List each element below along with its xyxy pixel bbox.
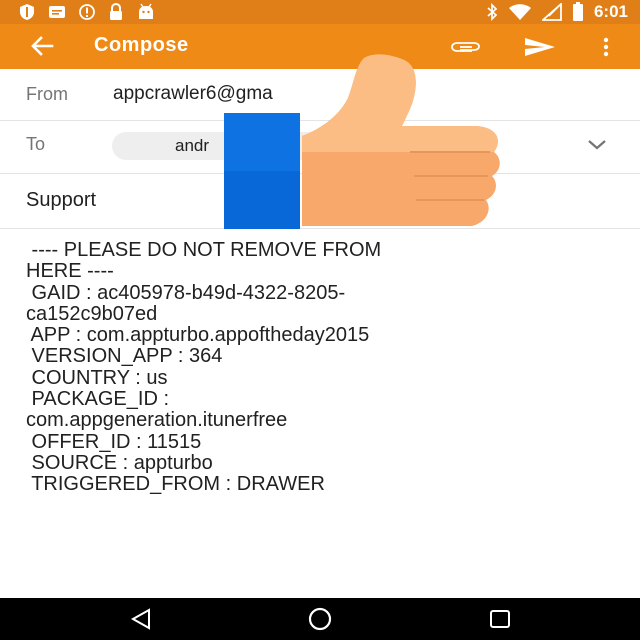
signal-icon [541, 3, 562, 21]
from-label: From [26, 84, 68, 104]
nav-back-icon [130, 608, 150, 630]
body-line: TRIGGERED_FROM : DRAWER [26, 473, 325, 496]
back-button[interactable] [24, 30, 60, 62]
send-button[interactable] [520, 32, 560, 62]
message-icon [49, 6, 65, 18]
status-bar: 6:01 [0, 0, 640, 24]
body-line: PACKAGE_ID : [26, 388, 170, 411]
bluetooth-icon [487, 3, 498, 21]
to-label: To [26, 134, 46, 154]
body-line: com.appgeneration.itunerfree [26, 409, 288, 432]
lock-icon [110, 3, 122, 20]
status-time: 6:01 [593, 2, 628, 21]
nav-recents-button[interactable] [480, 604, 520, 634]
body-line: GAID : ac405978-b49d-4322-8205- [26, 281, 346, 304]
nav-home-icon [308, 607, 332, 631]
notification-icons [18, 2, 156, 22]
body-line: VERSION_APP : 364 [26, 345, 223, 368]
recipient-chip-text: andr [175, 136, 210, 155]
back-arrow-icon [31, 36, 54, 56]
page-title: Compose [94, 34, 189, 56]
from-account-selector[interactable]: appcrawler6@gma [113, 83, 273, 105]
nav-home-button[interactable] [300, 604, 340, 634]
body-line: APP : com.appturbo.appoftheday2015 [26, 324, 370, 347]
navigation-bar [0, 598, 640, 640]
system-status-icons: 6:01 [486, 0, 628, 24]
nav-recents-icon [490, 610, 510, 628]
body-line: ca152c9b07ed [26, 302, 158, 325]
alert-icon [79, 4, 95, 20]
body-line: SOURCE : appturbo [26, 451, 213, 474]
send-icon [525, 38, 555, 56]
battery-icon [572, 2, 583, 21]
expand-recipients-button[interactable] [584, 133, 610, 157]
chevron-down-icon [588, 140, 606, 150]
message-body[interactable]: ---- PLEASE DO NOT REMOVE FROM HERE ----… [26, 239, 606, 496]
wifi-icon [508, 4, 531, 20]
more-options-button[interactable] [594, 32, 618, 62]
more-vert-icon [603, 37, 609, 57]
blue-rectangle [224, 113, 300, 229]
body-line: HERE ---- [26, 260, 114, 283]
subject-field[interactable]: Support [26, 189, 96, 212]
body-line: COUNTRY : us [26, 366, 168, 389]
android-icon [139, 3, 153, 19]
shield-icon [20, 4, 34, 20]
body-line: ---- PLEASE DO NOT REMOVE FROM [26, 239, 382, 261]
thumbs-up-icon [302, 54, 500, 226]
body-line: OFFER_ID : 11515 [26, 430, 202, 453]
nav-back-button[interactable] [121, 604, 161, 634]
blue-rectangle-lower [224, 171, 300, 229]
